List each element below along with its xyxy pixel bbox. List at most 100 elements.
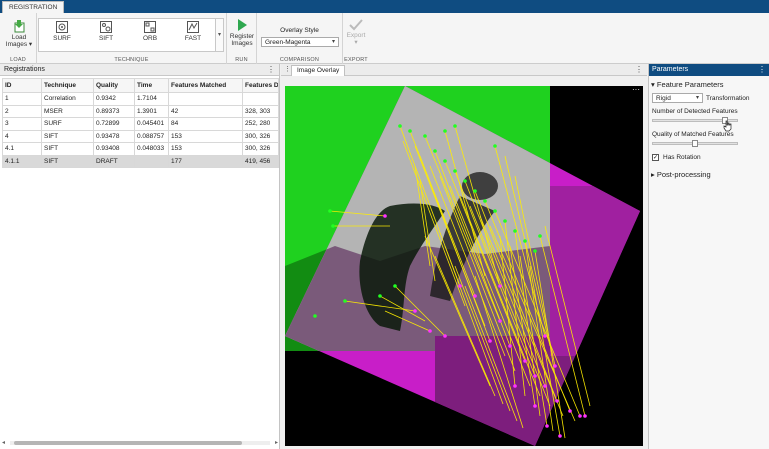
load-images-icon — [14, 20, 25, 33]
overlay-image — [285, 86, 640, 446]
ribbon-toolstrip: Load Images ▾ LOAD TECHNIQUE SURF SIFT O… — [0, 13, 769, 64]
technique-sift-button[interactable]: SIFT — [89, 21, 123, 42]
cell-technique: SIFT — [41, 129, 94, 143]
chevron-down-icon: ▾ — [695, 95, 699, 101]
table-row[interactable]: 2 MSER 0.89373 1.3901 42 328, 303 — [2, 104, 279, 118]
load-section: Load Images ▾ LOAD — [0, 13, 37, 64]
matched-quality-label: Quality of Matched Features — [652, 131, 734, 138]
overlay-more-icon[interactable]: ··· — [632, 86, 640, 94]
registrations-panel: Registrations ⋮ ID Technique Quality Tim… — [0, 64, 280, 449]
load-images-button[interactable]: Load Images ▾ — [3, 19, 35, 48]
chevron-down-icon: ▾ — [331, 39, 335, 45]
column-header-features-detected[interactable]: Features Det — [242, 78, 279, 93]
cell-time: 1.3901 — [134, 104, 169, 118]
column-header-features-matched[interactable]: Features Matched — [168, 78, 243, 93]
comparison-section-label: COMPARISON — [279, 57, 320, 63]
parameters-header: Parameters ⋮ — [649, 64, 769, 76]
cell-features-detected: 328, 303 — [242, 104, 279, 118]
overlay-style-label: Overlay Style — [280, 27, 319, 34]
technique-section-label: TECHNIQUE — [114, 57, 149, 63]
cell-technique: SIFT — [41, 154, 94, 168]
cell-time: 0.048033 — [134, 142, 169, 156]
cell-quality: 0.93478 — [93, 129, 135, 143]
cell-quality: 0.89373 — [93, 104, 135, 118]
parameters-panel: Parameters ⋮ ▾ Feature Parameters Rigid … — [648, 64, 769, 449]
document-kebab-icon[interactable]: ⋮ — [635, 64, 643, 76]
cell-id: 3 — [2, 117, 42, 131]
load-images-label-1: Load — [11, 34, 27, 41]
cell-time: 1.7104 — [134, 92, 169, 106]
cell-id: 1 — [2, 92, 42, 106]
cell-features-matched: 177 — [168, 154, 243, 168]
tab-list-icon[interactable]: ⋮ — [284, 64, 291, 76]
run-section: Register Images RUN — [227, 13, 257, 64]
table-row[interactable]: 4.1 SIFT 0.93408 0.048033 153 300, 326 — [2, 142, 279, 156]
cell-technique: MSER — [41, 104, 94, 118]
chevron-right-icon: ▸ — [651, 170, 655, 179]
table-row[interactable]: 4 SIFT 0.93478 0.088757 153 300, 326 — [2, 129, 279, 143]
sift-icon — [100, 21, 112, 33]
scroll-left-icon[interactable]: ◂ — [2, 439, 5, 446]
cell-quality: 0.72899 — [93, 117, 135, 131]
image-overlay-canvas[interactable]: ··· — [285, 86, 643, 446]
technique-gallery: SURF SIFT ORB FAST — [38, 18, 216, 52]
load-images-label-2: Images ▾ — [5, 41, 33, 48]
detected-features-label: Number of Detected Features — [652, 108, 738, 115]
surf-icon — [56, 21, 68, 33]
transformation-label: Transformation — [706, 95, 750, 102]
scroll-right-icon[interactable]: ▸ — [275, 439, 278, 446]
registrations-table: ID Technique Quality Time Features Match… — [2, 78, 279, 168]
table-row[interactable]: 1 Correlation 0.9342 1.7104 — [2, 92, 279, 106]
transformation-select[interactable]: Rigid ▾ — [652, 93, 703, 103]
scrollbar-thumb[interactable] — [14, 441, 242, 445]
register-images-label-1: Register — [229, 33, 255, 40]
checkmark-icon — [349, 19, 363, 31]
cell-quality: 0.9342 — [93, 92, 135, 106]
cell-id: 2 — [2, 104, 42, 118]
kebab-menu-icon[interactable]: ⋮ — [267, 64, 275, 76]
orb-icon — [144, 21, 156, 33]
cell-time: 0.045401 — [134, 117, 169, 131]
table-row-selected[interactable]: 4.1.1 SIFT DRAFT 177 419, 456 — [2, 154, 279, 168]
technique-orb-button[interactable]: ORB — [133, 21, 167, 42]
parameters-kebab-icon[interactable]: ⋮ — [758, 64, 766, 76]
image-overlay-panel: ⋮ Image Overlay ⋮ ··· — [281, 64, 647, 449]
column-header-time[interactable]: Time — [134, 78, 169, 93]
tab-registration[interactable]: REGISTRATION — [2, 1, 65, 13]
feature-parameters-section[interactable]: ▾ Feature Parameters — [651, 80, 724, 89]
cell-features-matched: 42 — [168, 104, 243, 118]
export-button[interactable]: Export ▾ — [343, 19, 369, 46]
cell-id: 4.1.1 — [2, 154, 42, 168]
cell-quality: 0.93408 — [93, 142, 135, 156]
cell-time — [134, 154, 169, 168]
column-header-quality[interactable]: Quality — [93, 78, 135, 93]
post-processing-section[interactable]: ▸ Post-processing — [651, 170, 711, 179]
technique-surf-button[interactable]: SURF — [45, 21, 79, 42]
run-section-label: RUN — [235, 57, 248, 63]
matched-quality-slider-thumb[interactable] — [692, 140, 698, 147]
cell-technique: Correlation — [41, 92, 94, 106]
technique-fast-button[interactable]: FAST — [176, 21, 210, 42]
column-header-id[interactable]: ID — [2, 78, 42, 93]
overlay-style-select[interactable]: Green-Magenta ▾ — [261, 37, 339, 47]
fast-icon — [187, 21, 199, 33]
cell-features-detected: 419, 456 — [242, 154, 279, 168]
has-rotation-checkbox[interactable]: ✓ — [652, 154, 659, 161]
cell-features-detected — [242, 92, 279, 106]
gallery-expand-button[interactable]: ▾ — [216, 18, 224, 52]
registrations-title: Registrations — [4, 66, 45, 73]
cell-features-detected: 300, 326 — [242, 129, 279, 143]
horizontal-scrollbar[interactable]: ◂ ▸ — [2, 440, 278, 446]
app-tabbar: REGISTRATION — [0, 0, 769, 13]
tab-image-overlay[interactable]: Image Overlay — [291, 65, 346, 76]
cell-time: 0.088757 — [134, 129, 169, 143]
column-header-technique[interactable]: Technique — [41, 78, 94, 93]
cell-id: 4 — [2, 129, 42, 143]
play-icon — [238, 19, 247, 31]
registrations-header: Registrations ⋮ — [0, 64, 279, 76]
register-images-button[interactable]: Register Images — [227, 18, 257, 47]
export-section-label: EXPORT — [344, 57, 368, 63]
parameters-title: Parameters — [652, 66, 689, 73]
table-row[interactable]: 3 SURF 0.72899 0.045401 84 252, 280 — [2, 117, 279, 131]
comparison-section: Overlay Style Green-Magenta ▾ COMPARISON — [257, 13, 343, 64]
